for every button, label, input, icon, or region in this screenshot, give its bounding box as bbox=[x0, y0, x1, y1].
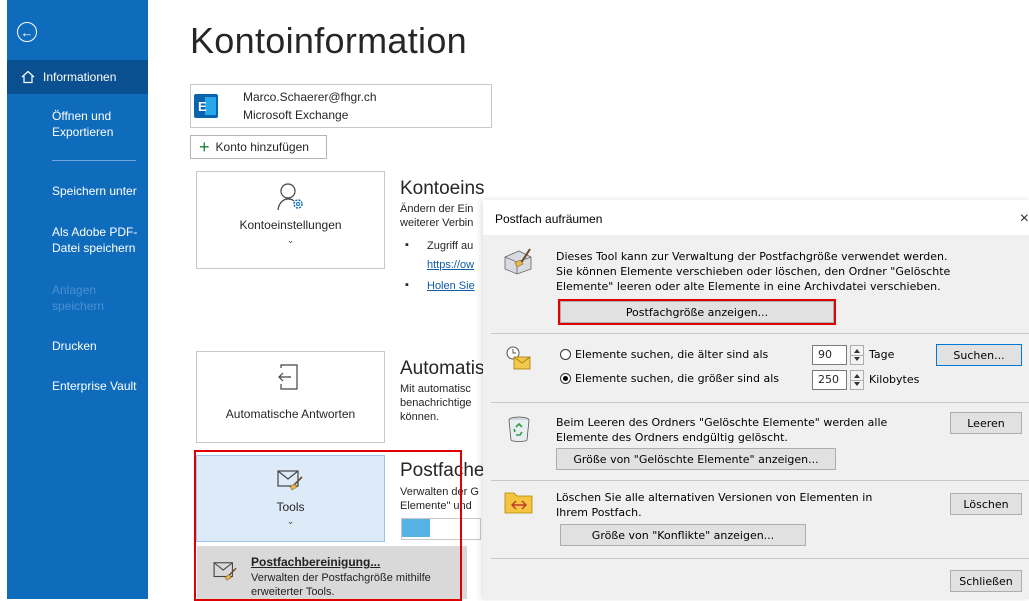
older-than-days-input[interactable]: 90 bbox=[812, 345, 847, 365]
auto-replies-desc: Mit automatisc benachrichtige können. bbox=[400, 383, 472, 423]
home-icon bbox=[21, 70, 35, 84]
mailbox-cleanup-icon bbox=[277, 470, 303, 491]
account-settings-title: Kontoeins bbox=[400, 178, 485, 199]
kb-spinner[interactable] bbox=[850, 370, 864, 390]
conflicts-text: Löschen Sie alle alternativen Versionen … bbox=[556, 491, 873, 519]
larger-than-kb-input[interactable]: 250 bbox=[812, 370, 847, 390]
bullet-icon: ▪ bbox=[405, 279, 409, 291]
days-spinner[interactable] bbox=[850, 345, 864, 365]
account-email: Marco.Schaerer@fhgr.ch bbox=[243, 90, 377, 104]
tools-menu-item-mailbox-cleanup[interactable]: Postfachbereinigung... Verwalten der Pos… bbox=[197, 546, 467, 599]
account-settings-desc: Ändern der Ein weiterer Verbin bbox=[400, 203, 474, 229]
mailbox-cleanup-icon bbox=[213, 562, 237, 581]
owa-link[interactable]: https://ow bbox=[427, 258, 474, 272]
sidebar-item-speichern-unter[interactable]: Speichern unter bbox=[52, 183, 137, 199]
bullet-icon: ▪ bbox=[405, 239, 409, 251]
page-title: Kontoinformation bbox=[190, 20, 467, 61]
tools-menu-title: Postfachbereinigung... bbox=[251, 555, 381, 569]
sidebar-item-drucken[interactable]: Drucken bbox=[52, 338, 97, 354]
find-older-label: Elemente suchen, die älter sind als bbox=[575, 348, 769, 361]
chevron-down-icon: ⌄ bbox=[286, 235, 295, 245]
sidebar-item-informationen[interactable]: Informationen bbox=[7, 60, 148, 94]
sidebar-item-oeffnen[interactable]: Öffnen und Exportieren bbox=[52, 108, 113, 140]
auto-replies-title: Automatis bbox=[400, 358, 485, 379]
account-settings-label: Kontoeinstellungen bbox=[239, 218, 342, 232]
exchange-icon: E bbox=[194, 94, 218, 118]
search-button[interactable]: Suchen... bbox=[936, 344, 1022, 366]
tools-label: Tools bbox=[276, 500, 305, 514]
dialog-title: Postfach aufräumen bbox=[495, 212, 603, 226]
find-larger-label: Elemente suchen, die größer sind als bbox=[575, 372, 780, 385]
close-button[interactable]: Schließen bbox=[950, 570, 1022, 592]
backstage-sidebar: ← Informationen Öffnen und Exportieren S… bbox=[7, 0, 148, 599]
account-selector[interactable]: E Marco.Schaerer@fhgr.ch Microsoft Excha… bbox=[190, 84, 492, 128]
sidebar-divider bbox=[52, 160, 136, 161]
find-items-icon bbox=[506, 346, 531, 370]
conflicts-folder-icon bbox=[504, 492, 533, 514]
chevron-down-icon: ⌄ bbox=[286, 516, 295, 526]
close-icon[interactable]: × bbox=[1020, 210, 1029, 228]
add-account-button[interactable]: + Konto hinzufügen bbox=[190, 135, 327, 159]
add-account-label: Konto hinzufügen bbox=[215, 140, 309, 154]
auto-replies-label: Automatische Antworten bbox=[225, 407, 356, 421]
mailbox-quota-bar bbox=[401, 518, 481, 540]
auto-reply-icon bbox=[278, 364, 298, 390]
divider bbox=[491, 558, 1029, 559]
account-settings-tile[interactable]: Kontoeinstellungen ⌄ bbox=[196, 171, 385, 269]
mailbox-cleanup-dialog: Postfach aufräumen × Dieses Tool kann zu… bbox=[483, 200, 1029, 599]
delete-button[interactable]: Löschen bbox=[950, 493, 1022, 515]
sidebar-item-anlagen: Anlagen speichern bbox=[52, 283, 105, 313]
divider bbox=[491, 333, 1029, 334]
divider bbox=[491, 480, 1029, 481]
divider bbox=[491, 402, 1029, 403]
empty-button[interactable]: Leeren bbox=[950, 412, 1022, 434]
deleted-items-text: Beim Leeren des Ordners "Gelöschte Eleme… bbox=[556, 416, 888, 444]
radio-larger-than[interactable] bbox=[560, 373, 571, 384]
show-conflicts-size-button[interactable]: Größe von "Konflikte" anzeigen... bbox=[560, 524, 806, 546]
account-type: Microsoft Exchange bbox=[243, 108, 349, 122]
show-mailbox-size-button[interactable]: Postfachgröße anzeigen... bbox=[560, 301, 834, 323]
days-unit: Tage bbox=[869, 348, 895, 361]
get-app-link[interactable]: Holen Sie bbox=[427, 279, 475, 293]
sidebar-item-label: Informationen bbox=[43, 70, 117, 84]
sidebar-item-enterprise-vault[interactable]: Enterprise Vault bbox=[52, 378, 137, 394]
kb-unit: Kilobytes bbox=[869, 373, 920, 386]
svg-text:E: E bbox=[198, 99, 207, 114]
sidebar-item-adobe-pdf[interactable]: Als Adobe PDF- Datei speichern bbox=[52, 224, 137, 256]
auto-replies-tile[interactable]: Automatische Antworten bbox=[196, 351, 385, 443]
back-arrow-icon[interactable]: ← bbox=[17, 22, 37, 42]
account-settings-bullet1: Zugriff au bbox=[427, 240, 474, 252]
plus-icon: + bbox=[199, 137, 210, 157]
radio-older-than[interactable] bbox=[560, 349, 571, 360]
tools-tile[interactable]: Tools ⌄ bbox=[196, 455, 385, 542]
account-settings-icon bbox=[277, 183, 303, 211]
tools-menu-desc: Verwalten der Postfachgröße mithilfe erw… bbox=[251, 572, 431, 598]
cleanup-tool-icon bbox=[504, 248, 532, 275]
dialog-titlebar: Postfach aufräumen × bbox=[483, 200, 1029, 235]
mailbox-quota-fill bbox=[402, 519, 430, 537]
mailbox-desc: Verwalten der G Elemente" und bbox=[400, 486, 479, 512]
intro-text: Dieses Tool kann zur Verwaltung der Post… bbox=[556, 250, 951, 293]
mailbox-title: Postfache bbox=[400, 460, 485, 481]
show-deleted-size-button[interactable]: Größe von "Gelöschte Elemente" anzeigen.… bbox=[556, 448, 836, 470]
recycle-bin-icon bbox=[508, 416, 530, 442]
